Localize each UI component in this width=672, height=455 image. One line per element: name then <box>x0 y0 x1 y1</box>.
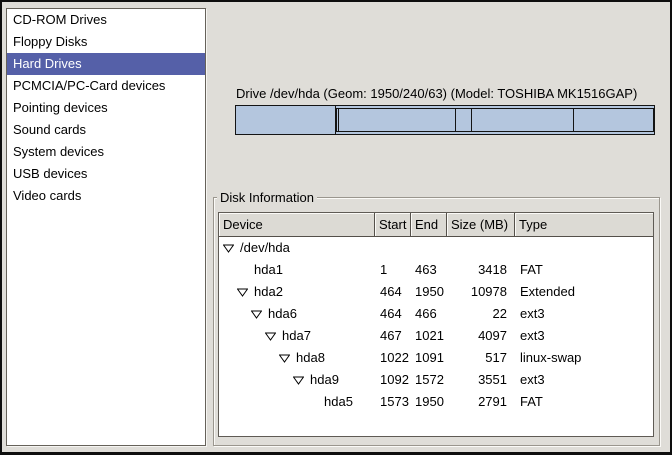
cell-size: 3551 <box>447 369 515 391</box>
hardware-browser-window: CD-ROM DrivesFloppy DisksHard DrivesPCMC… <box>0 0 672 455</box>
indent-spacer <box>221 380 293 381</box>
cell-start: 1022 <box>375 347 411 369</box>
cell-start <box>375 237 411 259</box>
table-row-hda8[interactable]: hda8 10221091517linux-swap <box>219 347 653 369</box>
device-name: hda7 <box>282 325 311 347</box>
device-name: hda1 <box>254 259 283 281</box>
cell-end: 463 <box>411 259 447 281</box>
cell-start: 1 <box>375 259 411 281</box>
expander-icon[interactable] <box>293 376 304 385</box>
table-header-row: DeviceStartEndSize (MB)Type <box>219 213 653 237</box>
indent-spacer <box>221 358 279 359</box>
drive-title: Drive /dev/hda (Geom: 1950/240/63) (Mode… <box>236 86 637 101</box>
cell-size <box>447 237 515 259</box>
cell-device: hda6 <box>219 303 375 325</box>
cell-size: 4097 <box>447 325 515 347</box>
cell-size: 3418 <box>447 259 515 281</box>
cell-type: linux-swap <box>515 347 653 369</box>
table-row-hda9[interactable]: hda9 109215723551ext3 <box>219 369 653 391</box>
table-row-hda7[interactable]: hda7 46710214097ext3 <box>219 325 653 347</box>
partition-segment-hda5 <box>573 108 654 132</box>
table-row-hda2[interactable]: hda2 464195010978Extended <box>219 281 653 303</box>
cell-size: 22 <box>447 303 515 325</box>
partition-segment-hda1 <box>235 105 336 135</box>
cell-end: 1021 <box>411 325 447 347</box>
disk-information-label: Disk Information <box>217 190 317 205</box>
table-body: /dev/hdahda114633418FAThda2464195010978E… <box>219 237 653 413</box>
sidebar-item-system-devices[interactable]: System devices <box>7 141 205 163</box>
column-header-device[interactable]: Device <box>219 213 375 237</box>
cell-end: 1572 <box>411 369 447 391</box>
disk-table: DeviceStartEndSize (MB)Type /dev/hdahda1… <box>218 212 654 437</box>
indent-spacer <box>221 292 237 293</box>
sidebar-item-usb-devices[interactable]: USB devices <box>7 163 205 185</box>
cell-type: FAT <box>515 391 653 413</box>
cell-type: Extended <box>515 281 653 303</box>
cell-end <box>411 237 447 259</box>
device-name: hda9 <box>310 369 339 391</box>
cell-device: hda8 <box>219 347 375 369</box>
indent-spacer <box>221 270 237 271</box>
cell-start: 1573 <box>375 391 411 413</box>
cell-start: 1092 <box>375 369 411 391</box>
expander-icon[interactable] <box>237 288 248 297</box>
cell-device: hda7 <box>219 325 375 347</box>
device-name: hda5 <box>324 391 353 413</box>
cell-size: 2791 <box>447 391 515 413</box>
cell-type: ext3 <box>515 369 653 391</box>
cell-end: 1950 <box>411 281 447 303</box>
sidebar-item-video-cards[interactable]: Video cards <box>7 185 205 207</box>
device-name: /dev/hda <box>240 237 290 259</box>
column-header-size-mb[interactable]: Size (MB) <box>447 213 515 237</box>
partition-segment-hda8 <box>455 108 472 132</box>
cell-device: hda2 <box>219 281 375 303</box>
table-row-hda1[interactable]: hda1 14633418FAT <box>219 259 653 281</box>
device-name: hda2 <box>254 281 283 303</box>
cell-type <box>515 237 653 259</box>
column-header-type[interactable]: Type <box>515 213 653 237</box>
cell-size: 10978 <box>447 281 515 303</box>
sidebar-list: CD-ROM DrivesFloppy DisksHard DrivesPCMC… <box>6 8 206 446</box>
device-name: hda6 <box>268 303 297 325</box>
table-row-dev-hda[interactable]: /dev/hda <box>219 237 653 259</box>
cell-end: 1950 <box>411 391 447 413</box>
sidebar-item-sound-cards[interactable]: Sound cards <box>7 119 205 141</box>
cell-device: hda5 <box>219 391 375 413</box>
table-row-hda6[interactable]: hda6 46446622ext3 <box>219 303 653 325</box>
column-header-start[interactable]: Start <box>375 213 411 237</box>
expander-icon[interactable] <box>265 332 276 341</box>
sidebar-item-hard-drives[interactable]: Hard Drives <box>7 53 205 75</box>
sidebar-item-cd-rom-drives[interactable]: CD-ROM Drives <box>7 9 205 31</box>
indent-spacer <box>221 336 265 337</box>
cell-end: 1091 <box>411 347 447 369</box>
partition-bar <box>235 105 655 135</box>
cell-start: 464 <box>375 303 411 325</box>
cell-type: FAT <box>515 259 653 281</box>
expander-icon[interactable] <box>251 310 262 319</box>
cell-type: ext3 <box>515 303 653 325</box>
indent-spacer <box>221 314 251 315</box>
expander-icon[interactable] <box>279 354 290 363</box>
cell-type: ext3 <box>515 325 653 347</box>
sidebar-item-pcmcia-pc-card-devices[interactable]: PCMCIA/PC-Card devices <box>7 75 205 97</box>
cell-device: hda9 <box>219 369 375 391</box>
cell-start: 464 <box>375 281 411 303</box>
sidebar-item-floppy-disks[interactable]: Floppy Disks <box>7 31 205 53</box>
partition-segment-hda9 <box>471 108 574 132</box>
cell-device: /dev/hda <box>219 237 375 259</box>
partition-segment-hda7 <box>338 108 456 132</box>
cell-end: 466 <box>411 303 447 325</box>
device-name: hda8 <box>296 347 325 369</box>
expander-icon[interactable] <box>223 244 234 253</box>
sidebar-item-pointing-devices[interactable]: Pointing devices <box>7 97 205 119</box>
cell-device: hda1 <box>219 259 375 281</box>
cell-start: 467 <box>375 325 411 347</box>
indent-spacer <box>221 402 307 403</box>
cell-size: 517 <box>447 347 515 369</box>
column-header-end[interactable]: End <box>411 213 447 237</box>
table-row-hda5[interactable]: hda5 157319502791FAT <box>219 391 653 413</box>
partition-segment-hda2 <box>335 105 655 135</box>
